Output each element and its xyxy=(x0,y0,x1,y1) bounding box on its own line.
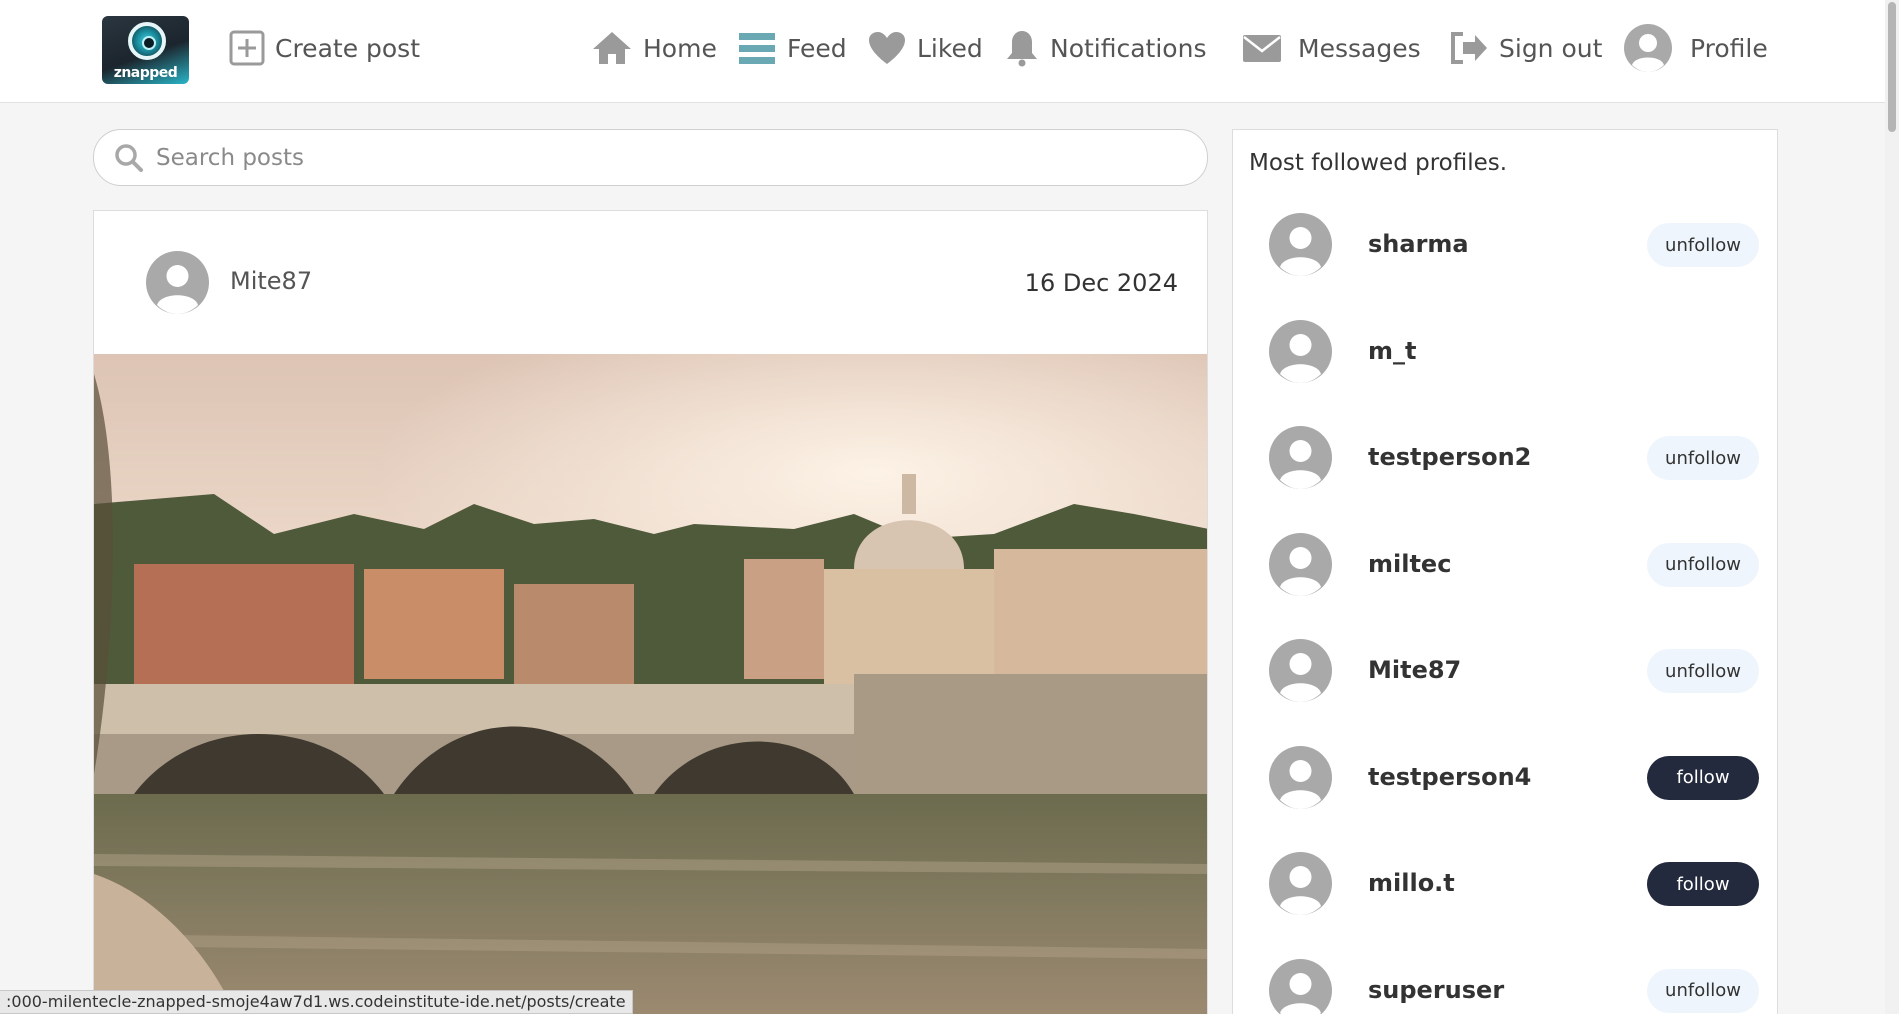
home-icon xyxy=(593,32,631,64)
unfollow-button[interactable]: unfollow xyxy=(1647,223,1759,267)
nav-profile[interactable]: Profile xyxy=(1624,24,1768,72)
profile-avatar[interactable] xyxy=(1269,426,1332,489)
nav-sign-out[interactable]: Sign out xyxy=(1449,28,1602,68)
envelope-icon xyxy=(1243,35,1281,62)
search-input[interactable] xyxy=(156,144,1196,171)
znapped-logo[interactable]: znapped xyxy=(102,16,189,84)
profile-row: m_t xyxy=(1233,310,1777,390)
profile-avatar[interactable] xyxy=(1269,319,1332,383)
nav-home-label: Home xyxy=(643,33,717,63)
nav-sign-out-label: Sign out xyxy=(1499,33,1603,63)
profile-username[interactable]: miltec xyxy=(1368,550,1451,578)
navbar: znapped Create post Home Feed Liked Noti… xyxy=(0,0,1885,103)
nav-home[interactable]: Home xyxy=(591,28,717,68)
profile-row: miltec unfollow xyxy=(1233,523,1777,603)
unfollow-button[interactable]: unfollow xyxy=(1647,542,1759,587)
sign-out-icon xyxy=(1451,32,1487,64)
profile-avatar[interactable] xyxy=(1269,639,1332,702)
nav-feed[interactable]: Feed xyxy=(737,28,847,68)
post-card: Mite87 16 Dec 2024 xyxy=(93,210,1208,1014)
profile-avatar-icon xyxy=(1624,24,1672,72)
profile-username[interactable]: testperson2 xyxy=(1368,443,1531,471)
sidebar-title: Most followed profiles. xyxy=(1249,150,1508,176)
search-bar xyxy=(93,129,1208,186)
nav-notifications[interactable]: Notifications xyxy=(1004,28,1206,68)
profile-row: superuser unfollow xyxy=(1233,949,1777,1014)
search-icon xyxy=(115,143,143,172)
post-date: 16 Dec 2024 xyxy=(1024,269,1178,297)
unfollow-button[interactable]: unfollow xyxy=(1647,436,1759,480)
profile-row: Mite87 unfollow xyxy=(1233,629,1777,709)
nav-create-post[interactable]: Create post xyxy=(229,28,420,68)
follow-button[interactable]: follow xyxy=(1647,862,1759,906)
unfollow-button[interactable]: unfollow xyxy=(1647,649,1759,693)
profile-username[interactable]: Mite87 xyxy=(1368,656,1461,684)
profile-avatar[interactable] xyxy=(1269,958,1332,1014)
nav-profile-label: Profile xyxy=(1690,33,1768,63)
profile-row: testperson2 unfollow xyxy=(1233,416,1777,496)
most-followed-profiles: Most followed profiles. sharma unfollow m_… xyxy=(1232,129,1778,1014)
nav-messages-label: Messages xyxy=(1298,33,1421,63)
browser-status-url: :000-milentecle-znapped-smoje4aw7d1.ws.c… xyxy=(0,990,633,1014)
profile-row: testperson4 follow xyxy=(1233,736,1777,816)
profile-avatar[interactable] xyxy=(1269,213,1332,276)
nav-liked-label: Liked xyxy=(917,33,983,63)
follow-button[interactable]: follow xyxy=(1647,755,1759,800)
post-owner-avatar[interactable] xyxy=(146,251,209,314)
nav-feed-label: Feed xyxy=(787,33,847,63)
camera-lens-icon xyxy=(128,22,166,60)
post-image[interactable] xyxy=(94,354,1208,1014)
post-header: Mite87 16 Dec 2024 xyxy=(94,211,1207,354)
nav-messages[interactable]: Messages xyxy=(1242,28,1421,68)
feed-list-icon xyxy=(739,33,775,64)
profile-username[interactable]: millo.t xyxy=(1368,869,1455,897)
profile-row: sharma unfollow xyxy=(1233,203,1777,283)
profile-username[interactable]: superuser xyxy=(1368,976,1504,1004)
unfollow-button[interactable]: unfollow xyxy=(1647,968,1759,1013)
profile-avatar[interactable] xyxy=(1269,852,1332,915)
scrollbar-thumb[interactable] xyxy=(1888,2,1896,132)
profile-row: millo.t follow xyxy=(1233,842,1777,922)
profile-username[interactable]: testperson4 xyxy=(1368,763,1531,791)
profile-username[interactable]: m_t xyxy=(1368,337,1416,365)
profile-avatar[interactable] xyxy=(1269,532,1332,596)
logo-wordmark: znapped xyxy=(113,65,178,81)
nav-liked[interactable]: Liked xyxy=(867,28,983,68)
nav-create-post-label: Create post xyxy=(275,33,421,63)
profile-avatar[interactable] xyxy=(1269,745,1332,809)
profile-username[interactable]: sharma xyxy=(1368,230,1469,258)
heart-icon xyxy=(869,32,905,64)
nav-notifications-label: Notifications xyxy=(1050,33,1207,63)
page-scrollbar[interactable] xyxy=(1885,0,1899,1014)
plus-square-icon xyxy=(229,30,265,66)
post-owner-name[interactable]: Mite87 xyxy=(230,267,312,295)
bell-icon xyxy=(1007,31,1037,67)
